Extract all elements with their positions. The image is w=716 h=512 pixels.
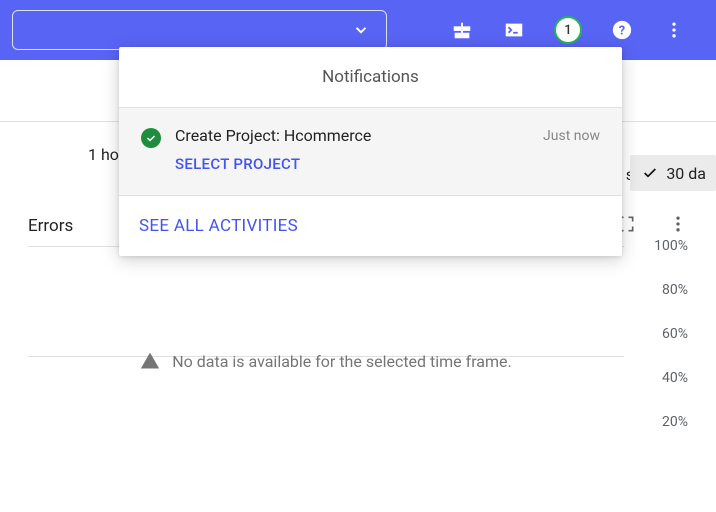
- notification-item[interactable]: Create Project: Hcommerce SELECT PROJECT…: [119, 108, 622, 196]
- errors-chart: 100% 80% 60% 40% 20% No data is availabl…: [28, 246, 688, 466]
- errors-panel-title: Errors: [28, 216, 73, 236]
- y-axis-label: 100%: [654, 238, 688, 254]
- notifications-badge[interactable]: 1: [554, 16, 582, 44]
- project-selector[interactable]: [12, 10, 387, 50]
- popover-title: Notifications: [119, 47, 622, 108]
- help-icon[interactable]: ?: [610, 18, 634, 42]
- notification-title: Create Project: Hcommerce: [175, 126, 529, 145]
- warning-icon: [140, 351, 160, 371]
- chevron-down-icon: [352, 21, 370, 39]
- see-all-activities-link[interactable]: SEE ALL ACTIVITIES: [139, 216, 298, 236]
- svg-text:?: ?: [619, 24, 625, 39]
- y-axis-label: 40%: [662, 370, 688, 386]
- time-range-selected-label: 30 da: [666, 164, 706, 183]
- y-axis-label: 60%: [662, 326, 688, 342]
- no-data-message: No data is available for the selected ti…: [28, 351, 624, 371]
- y-axis-label: 20%: [662, 414, 688, 430]
- success-check-icon: [141, 128, 161, 148]
- no-data-text: No data is available for the selected ti…: [172, 352, 512, 371]
- time-range-selected[interactable]: 30 da: [630, 155, 716, 191]
- y-axis-label: 80%: [662, 282, 688, 298]
- notifications-popover: Notifications Create Project: Hcommerce …: [119, 47, 622, 256]
- panel-more-icon[interactable]: [668, 214, 688, 238]
- topbar-actions: 1 ?: [450, 16, 704, 44]
- select-project-link[interactable]: SELECT PROJECT: [175, 155, 529, 173]
- notification-time: Just now: [543, 128, 600, 173]
- more-vert-icon[interactable]: [662, 18, 686, 42]
- cloud-shell-icon[interactable]: [502, 18, 526, 42]
- check-icon: [642, 165, 658, 181]
- gift-icon[interactable]: [450, 18, 474, 42]
